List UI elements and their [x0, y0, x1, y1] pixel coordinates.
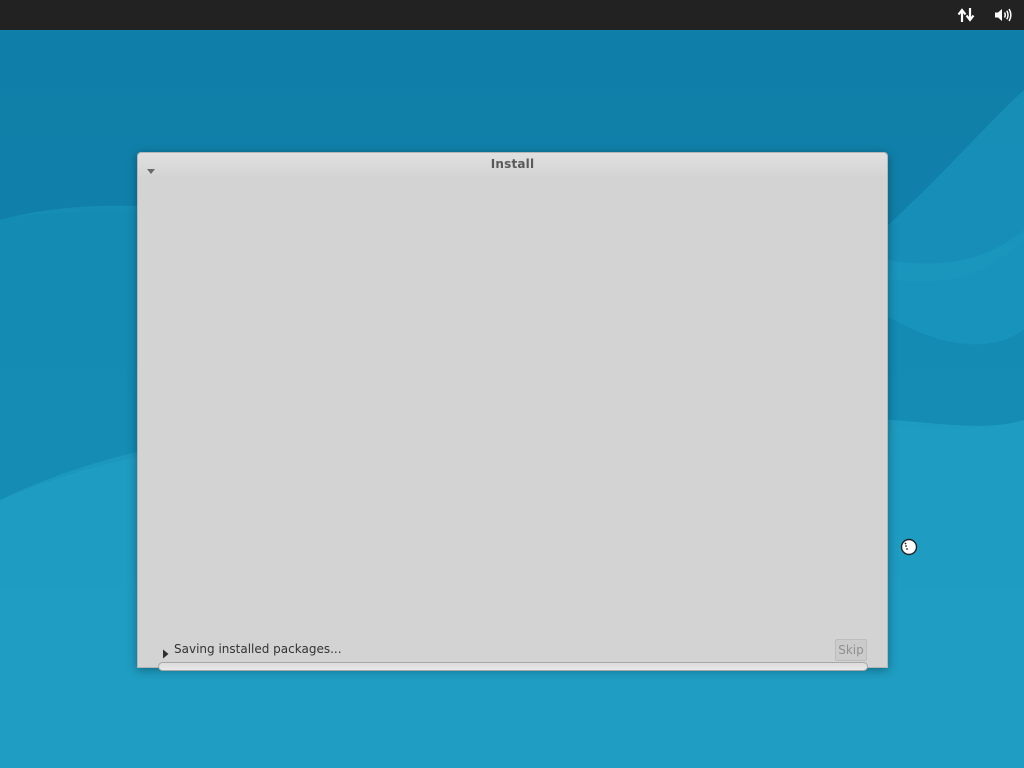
- busy-cursor-icon: [900, 538, 918, 556]
- window-content: Saving installed packages... Skip: [138, 177, 887, 671]
- desktop: Install Saving installed packages... Ski…: [0, 0, 1024, 768]
- status-message: Saving installed packages...: [174, 642, 342, 656]
- network-updown-icon[interactable]: [956, 6, 976, 24]
- install-window: Install Saving installed packages... Ski…: [137, 152, 888, 671]
- top-panel: [0, 0, 1024, 30]
- progress-bar: [158, 662, 868, 671]
- window-titlebar[interactable]: Install: [138, 153, 887, 177]
- status-row: Saving installed packages... Skip: [160, 639, 868, 661]
- volume-icon[interactable]: [994, 6, 1014, 24]
- skip-button[interactable]: Skip: [835, 639, 867, 661]
- expander-right-icon[interactable]: [162, 644, 170, 659]
- window-title: Install: [490, 157, 535, 171]
